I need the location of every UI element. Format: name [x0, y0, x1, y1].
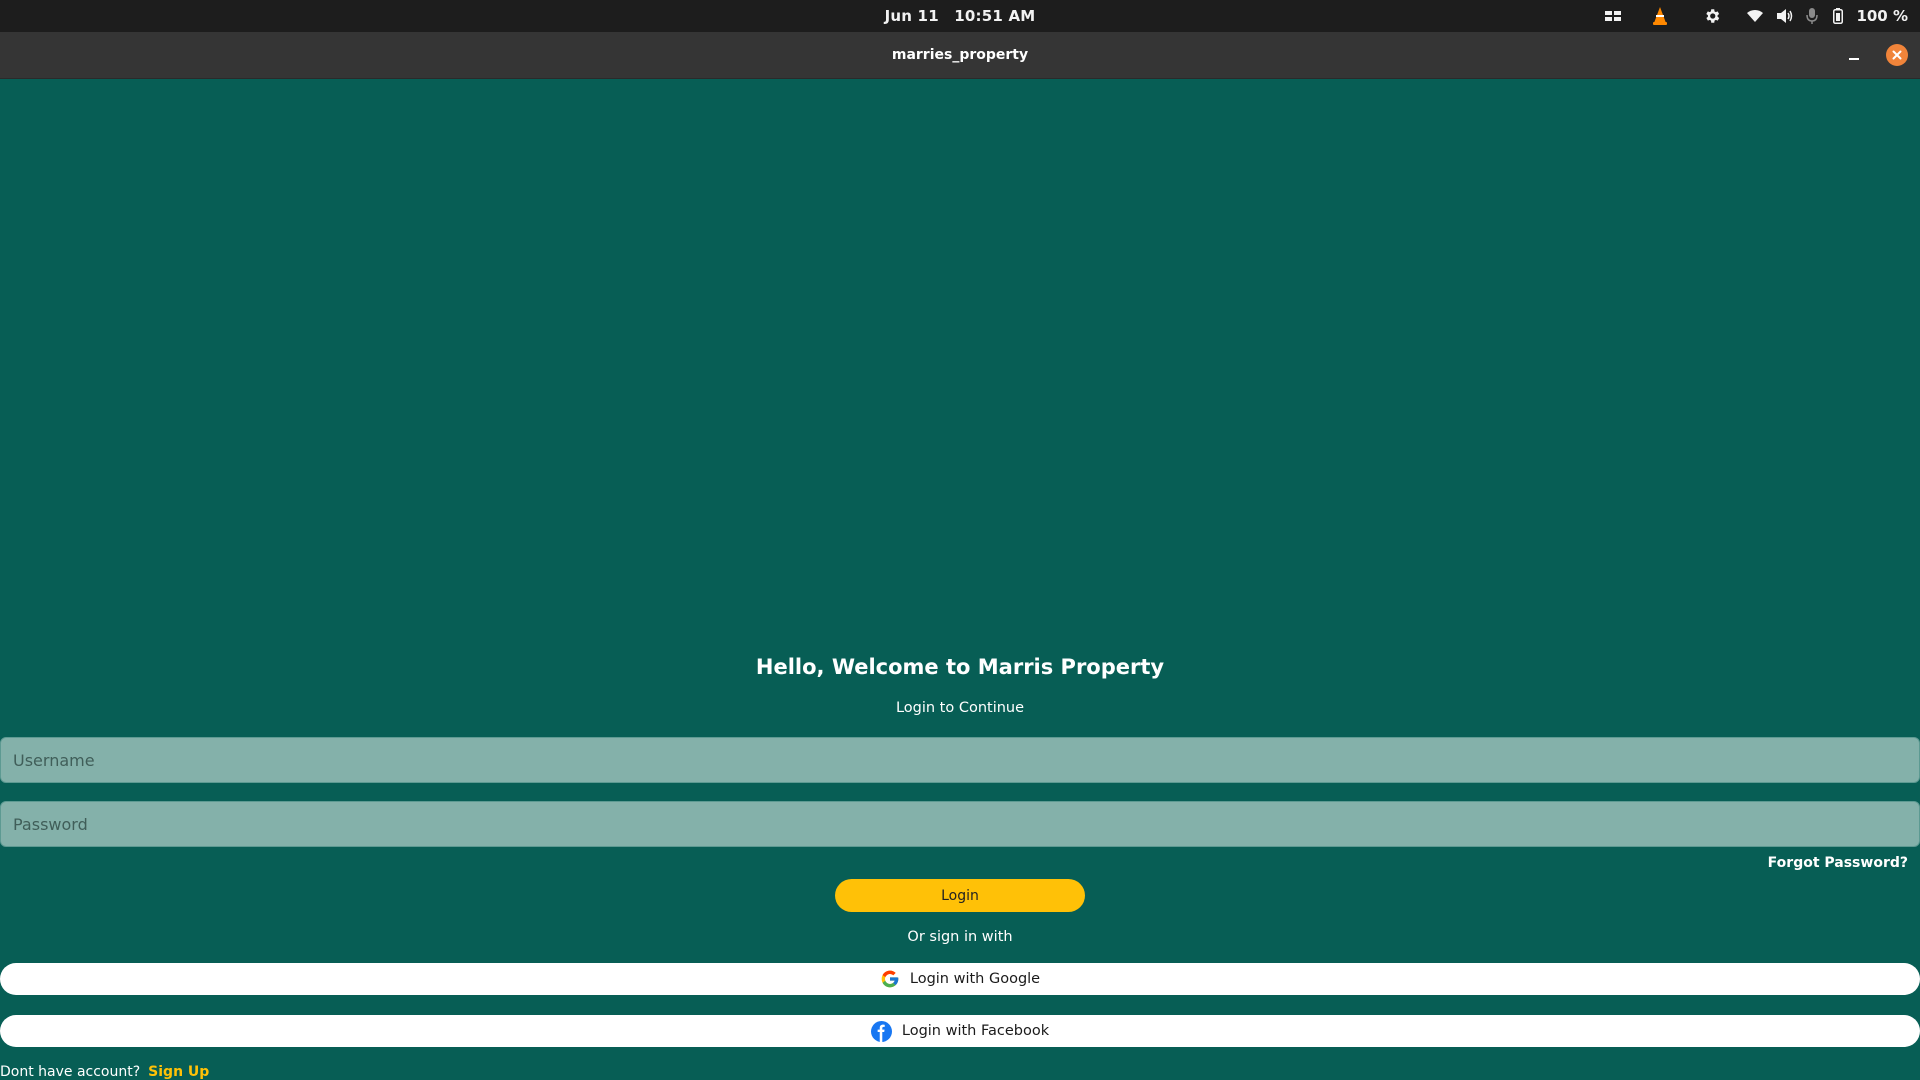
facebook-login-button[interactable]: Login with Facebook [0, 1015, 1920, 1047]
window-title-bar[interactable]: marries_property [0, 32, 1920, 79]
google-login-button[interactable]: Login with Google [0, 963, 1920, 995]
system-tray: 100 % [1592, 0, 1908, 32]
login-subtitle: Login to Continue [895, 700, 1025, 716]
username-field[interactable] [0, 737, 1920, 783]
window-title: marries_property [891, 47, 1029, 63]
welcome-heading: Hello, Welcome to Marris Property [755, 655, 1165, 679]
password-field[interactable] [0, 801, 1920, 847]
system-top-bar: Jun 11 10:51 AM 100 % [0, 0, 1920, 32]
or-sign-in-label: Or sign in with [907, 929, 1013, 945]
facebook-icon [870, 1020, 892, 1042]
microphone-icon[interactable] [1798, 0, 1826, 32]
google-icon [880, 969, 900, 989]
settings-gear-icon[interactable] [1686, 0, 1738, 32]
password-input[interactable] [1, 802, 1919, 846]
login-screen: Hello, Welcome to Marris Property Login … [0, 79, 1920, 1080]
signup-row: Dont have account? Sign Up [0, 1064, 209, 1080]
vlc-icon[interactable] [1634, 0, 1686, 32]
minimize-button[interactable] [1842, 44, 1866, 68]
battery-percentage: 100 % [1856, 7, 1908, 25]
volume-icon[interactable] [1772, 0, 1798, 32]
sign-up-link[interactable]: Sign Up [148, 1064, 209, 1080]
forgot-password-link[interactable]: Forgot Password? [1768, 855, 1908, 871]
date-label: Jun 11 [884, 7, 939, 25]
time-label: 10:51 AM [954, 7, 1036, 25]
login-button[interactable]: Login [835, 879, 1085, 912]
minimize-icon [1849, 58, 1859, 60]
username-input[interactable] [1, 738, 1919, 782]
close-button[interactable] [1886, 44, 1908, 66]
close-icon [1892, 50, 1902, 60]
wifi-icon[interactable] [1738, 0, 1772, 32]
facebook-login-label: Login with Facebook [901, 1023, 1050, 1039]
google-login-label: Login with Google [909, 971, 1041, 987]
no-account-label: Dont have account? [0, 1064, 141, 1080]
battery-icon[interactable] [1826, 0, 1850, 32]
window-switcher-icon[interactable] [1592, 0, 1634, 32]
